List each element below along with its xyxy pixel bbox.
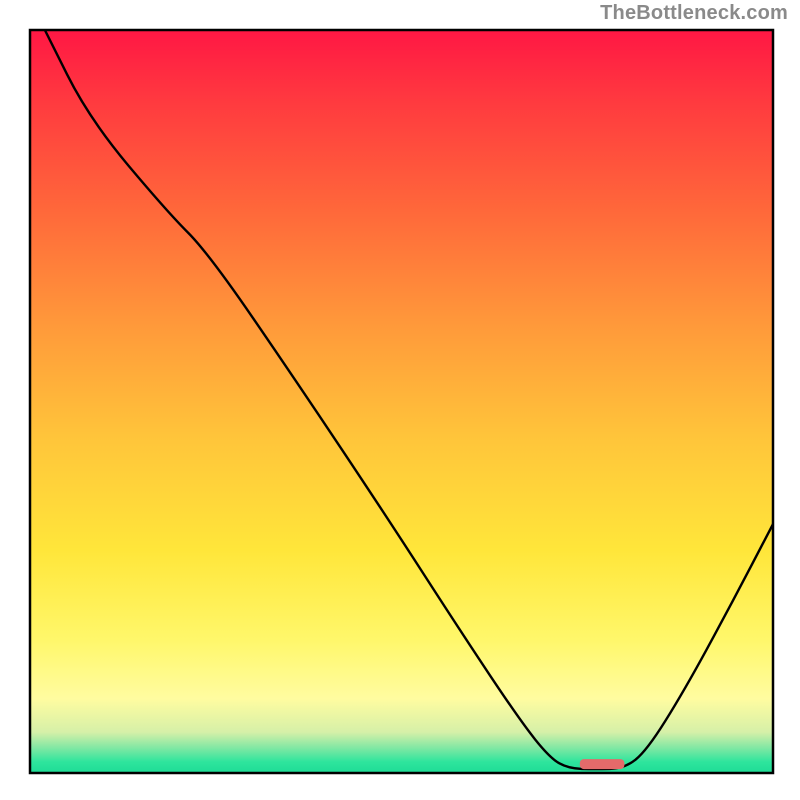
plot-area	[30, 30, 773, 773]
bottleneck-chart	[0, 0, 800, 800]
gradient-background	[30, 30, 773, 773]
watermark-text: TheBottleneck.com	[600, 2, 788, 25]
optimal-marker	[580, 759, 625, 769]
